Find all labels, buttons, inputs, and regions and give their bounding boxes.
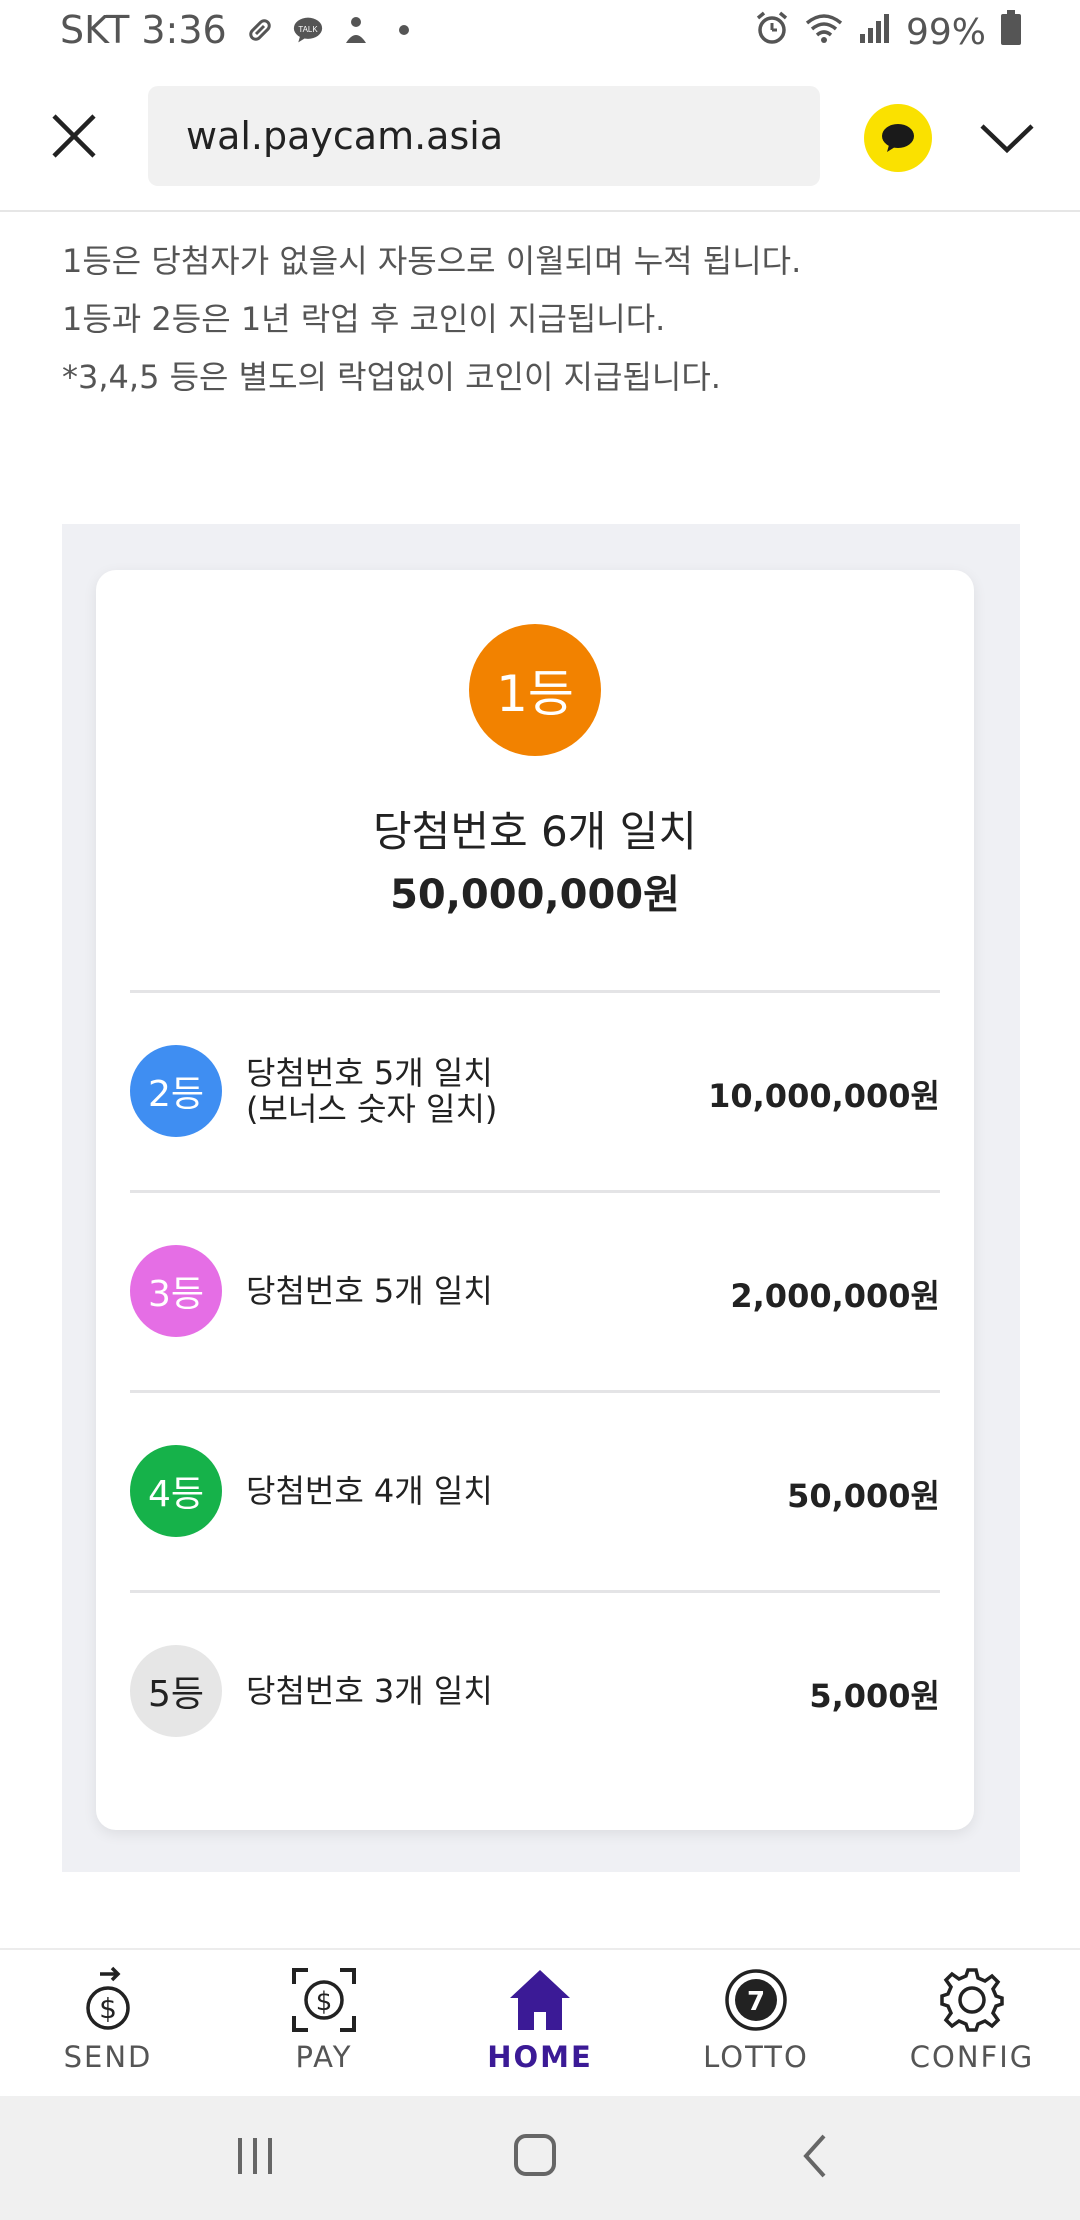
kakaotalk-icon: TALK [293,15,323,45]
nav-send[interactable]: $ SEND [0,1950,216,2096]
notice-line-2: 1등과 2등은 1년 락업 후 코인이 지급됩니다. [62,300,666,338]
rank-badge-4: 4등 [130,1445,222,1537]
prize-condition-2-sub: (보너스 숫자 일치) [246,1090,498,1128]
prize-condition-3: 당첨번호 5개 일치 [246,1272,493,1310]
svg-text:7: 7 [747,1987,765,2017]
battery-percent: 99% [905,12,986,53]
prize-row-3: 3등 당첨번호 5개 일치 2,000,000원 [130,1190,940,1391]
rank-badge-5: 5등 [130,1645,222,1737]
prize-amount-5: 5,000원 [809,1677,940,1715]
signal-icon [858,12,892,53]
expand-button[interactable] [974,106,1040,172]
home-system-button[interactable] [500,2126,570,2186]
svg-text:$: $ [99,1992,117,2025]
prize-section: 1등 당첨번호 6개 일치 50,000,000원 2등 당첨번호 5개 일치 … [62,524,1020,1872]
back-button[interactable] [782,2126,852,2186]
rank-badge-3: 3등 [130,1245,222,1337]
home-square-icon [514,2134,556,2176]
prize-card: 1등 당첨번호 6개 일치 50,000,000원 2등 당첨번호 5개 일치 … [96,570,974,1830]
nav-lotto-label: LOTTO [703,2040,809,2074]
prize-condition-5: 당첨번호 3개 일치 [246,1672,493,1710]
recent-apps-button[interactable] [220,2126,290,2186]
close-button[interactable] [40,102,108,170]
prize-row-2: 2등 당첨번호 5개 일치 (보너스 숫자 일치) 10,000,000원 [130,990,940,1191]
prize-row-4: 4등 당첨번호 4개 일치 50,000원 [130,1390,940,1591]
svg-text:$: $ [316,1987,333,2017]
nav-config[interactable]: CONFIG [864,1950,1080,2096]
prize-amount-2: 10,000,000원 [708,1077,940,1115]
speech-bubble-icon [882,124,914,152]
carrier-time: SKT 3:36 [60,8,227,52]
nav-send-label: SEND [63,2040,153,2074]
status-bar-left: SKT 3:36 TALK [60,8,419,52]
notice-line-1: 1등은 당첨자가 없을시 자동으로 이월되며 누적 됩니다. [62,242,802,280]
browser-toolbar: wal.paycam.asia [0,70,1080,212]
home-icon [510,1970,570,2030]
prize-condition-4: 당첨번호 4개 일치 [246,1472,493,1510]
url-text: wal.paycam.asia [186,114,504,158]
svg-text:TALK: TALK [298,25,318,34]
nav-lotto[interactable]: 7 LOTTO [648,1950,864,2096]
status-bar: SKT 3:36 TALK 99% [0,0,1080,64]
gear-icon [940,1968,1004,2032]
bottom-nav: $ SEND $ PAY HOME 7 LOTTO CONFIG [0,1948,1080,2096]
battery-icon [1000,10,1022,55]
nav-pay[interactable]: $ PAY [216,1950,432,2096]
nav-home-label: HOME [487,2040,593,2074]
pill-icon [245,15,275,45]
nav-pay-label: PAY [295,2040,353,2074]
prize-condition-2: 당첨번호 5개 일치 (보너스 숫자 일치) [246,1055,497,1127]
kakao-chat-button[interactable] [864,104,932,172]
prize-row-5: 5등 당첨번호 3개 일치 5,000원 [130,1590,940,1791]
system-nav-bar [0,2096,1080,2220]
url-field[interactable]: wal.paycam.asia [148,86,820,186]
nav-home[interactable]: HOME [432,1950,648,2096]
notification-icon [341,15,371,45]
status-bar-right: 99% [754,10,1022,55]
close-icon [52,114,96,158]
back-chevron-icon [803,2134,826,2178]
notice-line-3: *3,4,5 등은 별도의 락업없이 코인이 지급됩니다. [62,358,721,396]
prize-condition-2-main: 당첨번호 5개 일치 [246,1054,493,1092]
recent-apps-icon [238,2138,272,2174]
first-prize-amount: 50,000,000원 [390,872,680,918]
alarm-icon [754,10,790,55]
pay-scan-icon: $ [292,1968,356,2032]
first-prize-condition: 당첨번호 6개 일치 [373,807,697,856]
wifi-icon [804,11,844,54]
dot-icon [389,15,419,45]
prize-amount-3: 2,000,000원 [730,1277,940,1315]
lotto-ball-icon: 7 [725,1969,787,2031]
rank-badge-2: 2등 [130,1045,222,1137]
first-prize-badge: 1등 [469,624,601,756]
nav-config-label: CONFIG [909,2040,1035,2074]
chevron-down-icon [980,124,1034,154]
send-money-icon: $ [86,1966,130,2030]
prize-amount-4: 50,000원 [787,1477,940,1515]
notice-text: 1등은 당첨자가 없을시 자동으로 이월되며 누적 됩니다. 1등과 2등은 1… [62,232,1042,406]
